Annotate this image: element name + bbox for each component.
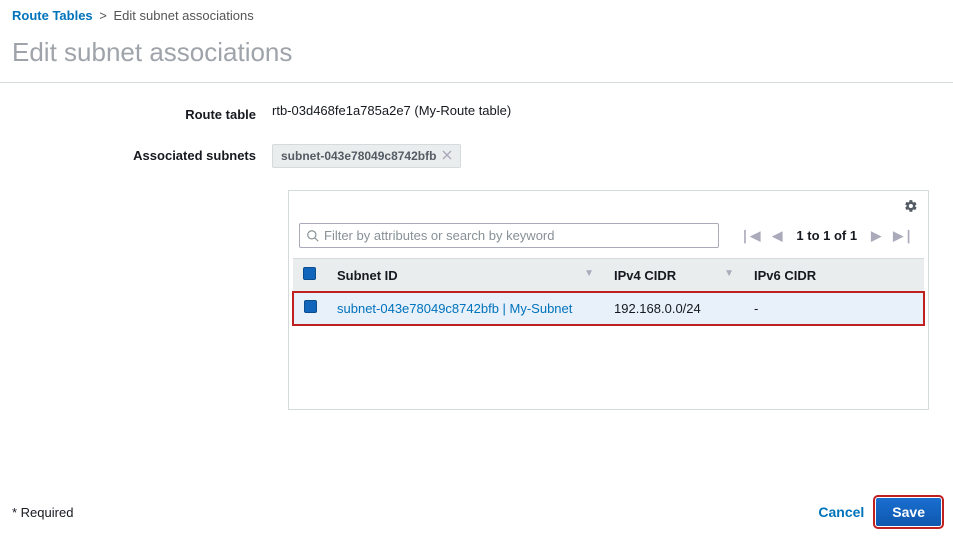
col-ipv4-label: IPv4 CIDR bbox=[614, 268, 676, 283]
pager-text: 1 to 1 of 1 bbox=[796, 228, 857, 243]
row-ipv6: - bbox=[744, 292, 924, 325]
associated-subnets-label: Associated subnets bbox=[12, 144, 272, 163]
search-icon bbox=[306, 229, 320, 243]
col-ipv6[interactable]: IPv6 CIDR bbox=[744, 259, 924, 292]
row-checkbox[interactable] bbox=[304, 300, 317, 313]
col-subnet-id[interactable]: Subnet ID ▼ bbox=[327, 259, 604, 292]
select-all-header[interactable] bbox=[293, 259, 327, 292]
row-subnet-id[interactable]: subnet-043e78049c8742bfb | My-Subnet bbox=[327, 292, 604, 325]
row-ipv4: 192.168.0.0/24 bbox=[604, 292, 744, 325]
associated-subnets-field: Associated subnets subnet-043e78049c8742… bbox=[12, 144, 941, 168]
pager: ❘◀ ◀ 1 to 1 of 1 ▶ ▶❘ bbox=[736, 226, 918, 246]
subnet-panel: ❘◀ ◀ 1 to 1 of 1 ▶ ▶❘ Subnet ID ▼ bbox=[288, 190, 929, 410]
required-note: * Required bbox=[12, 505, 73, 520]
subnet-chip-text: subnet-043e78049c8742bfb bbox=[281, 149, 436, 163]
search-box[interactable] bbox=[299, 223, 719, 248]
subnet-table: Subnet ID ▼ IPv4 CIDR ▼ IPv6 CIDR bbox=[293, 258, 924, 325]
subnet-chip[interactable]: subnet-043e78049c8742bfb bbox=[272, 144, 461, 168]
pager-first-icon[interactable]: ❘◀ bbox=[736, 226, 765, 246]
breadcrumb-root-link[interactable]: Route Tables bbox=[12, 8, 93, 23]
panel-toolbar: ❘◀ ◀ 1 to 1 of 1 ▶ ▶❘ bbox=[289, 217, 928, 258]
sort-caret-icon: ▼ bbox=[584, 268, 594, 279]
pager-last-icon[interactable]: ▶❘ bbox=[889, 226, 918, 246]
search-input[interactable] bbox=[324, 228, 712, 243]
page-title: Edit subnet associations bbox=[0, 27, 953, 83]
table-row[interactable]: subnet-043e78049c8742bfb | My-Subnet 192… bbox=[293, 292, 924, 325]
gear-icon[interactable] bbox=[904, 199, 918, 217]
col-ipv4[interactable]: IPv4 CIDR ▼ bbox=[604, 259, 744, 292]
breadcrumb-current: Edit subnet associations bbox=[114, 8, 254, 23]
route-table-field: Route table rtb-03d468fe1a785a2e7 (My-Ro… bbox=[12, 103, 941, 122]
route-table-label: Route table bbox=[12, 103, 272, 122]
save-button[interactable]: Save bbox=[876, 498, 941, 526]
pager-next-icon[interactable]: ▶ bbox=[867, 226, 885, 246]
route-table-value: rtb-03d468fe1a785a2e7 (My-Route table) bbox=[272, 103, 941, 118]
subnet-link[interactable]: subnet-043e78049c8742bfb | My-Subnet bbox=[337, 301, 572, 316]
col-subnet-id-label: Subnet ID bbox=[337, 268, 398, 283]
col-ipv6-label: IPv6 CIDR bbox=[754, 268, 816, 283]
table-header-row: Subnet ID ▼ IPv4 CIDR ▼ IPv6 CIDR bbox=[293, 259, 924, 292]
select-all-checkbox[interactable] bbox=[303, 267, 316, 280]
chip-remove-icon[interactable] bbox=[442, 149, 452, 163]
breadcrumb: Route Tables > Edit subnet associations bbox=[0, 0, 953, 27]
row-checkbox-cell[interactable] bbox=[293, 292, 327, 325]
cancel-button[interactable]: Cancel bbox=[818, 504, 864, 520]
footer: * Required Cancel Save bbox=[12, 498, 941, 526]
form-area: Route table rtb-03d468fe1a785a2e7 (My-Ro… bbox=[0, 83, 953, 410]
sort-caret-icon: ▼ bbox=[724, 268, 734, 279]
pager-prev-icon[interactable]: ◀ bbox=[768, 226, 786, 246]
breadcrumb-separator: > bbox=[99, 8, 107, 23]
